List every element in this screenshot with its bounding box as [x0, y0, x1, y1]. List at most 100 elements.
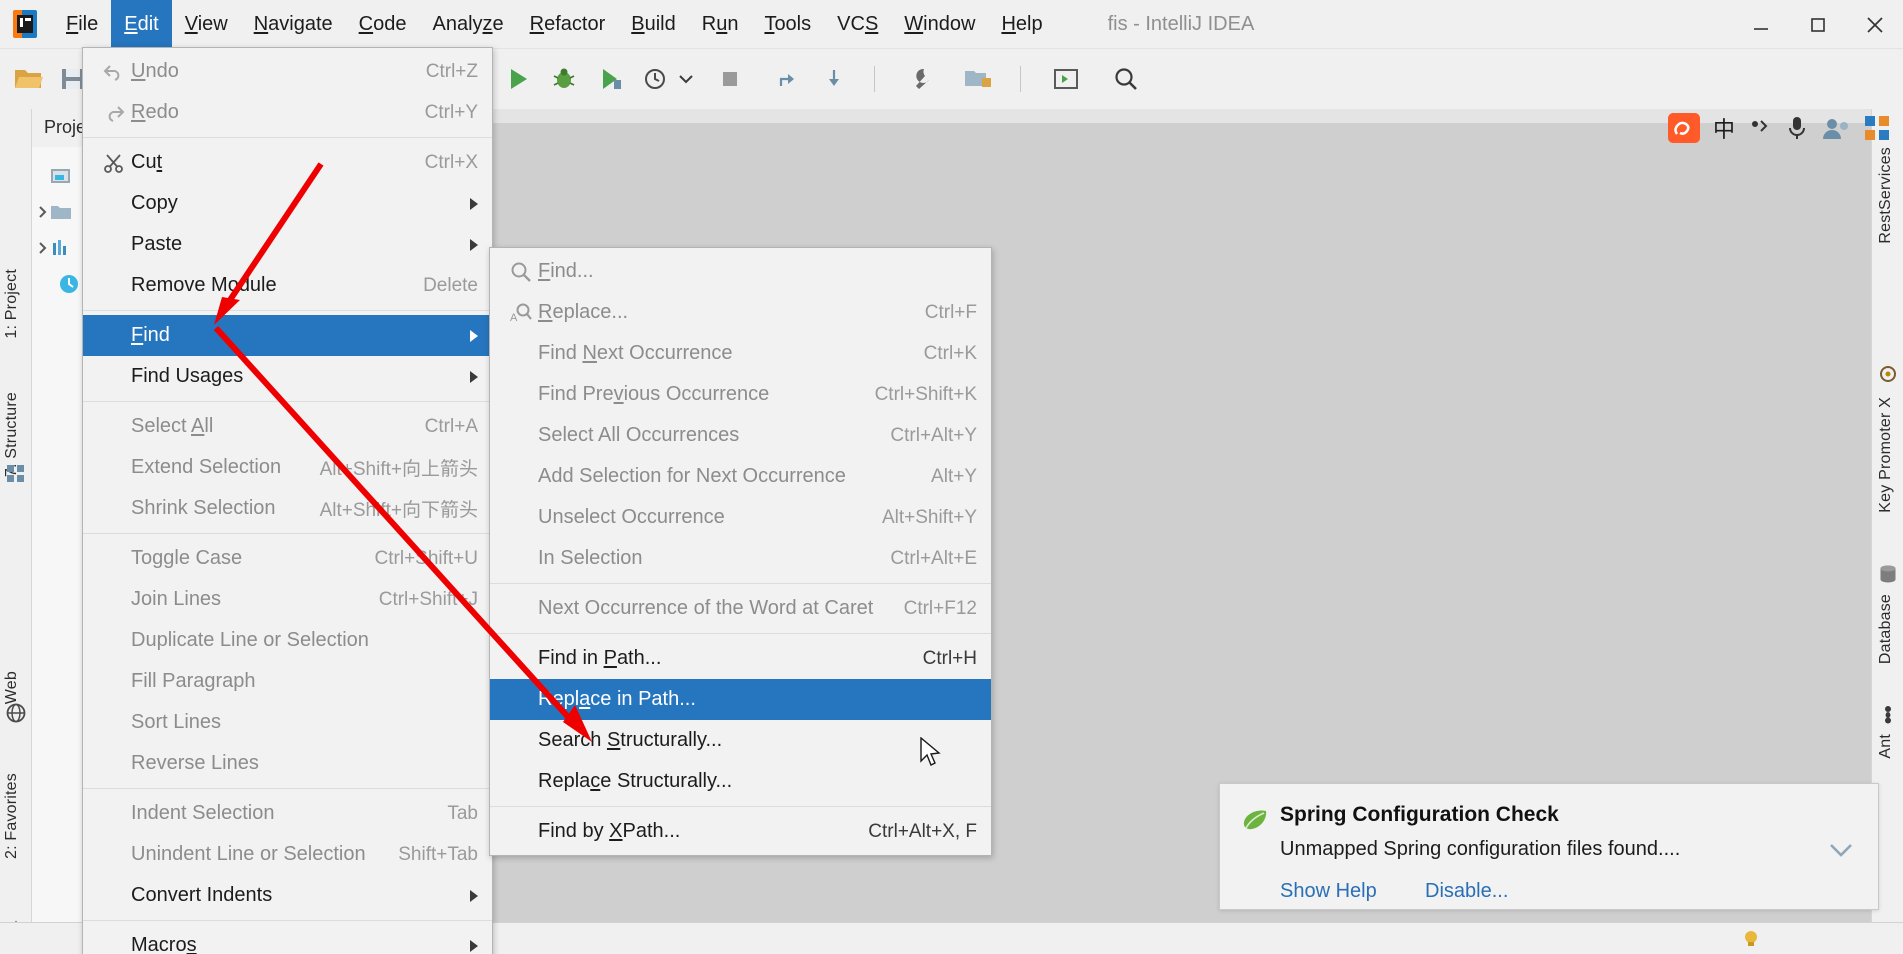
- close-button[interactable]: [1846, 0, 1903, 49]
- notification-link-show-help[interactable]: Show Help: [1280, 880, 1377, 903]
- menu-item-macros[interactable]: Macros: [83, 925, 492, 954]
- chevron-down-icon[interactable]: [676, 59, 696, 99]
- menu-item-in-selection-accel: Ctrl+Alt+E: [890, 547, 977, 569]
- user-icon[interactable]: [1821, 115, 1851, 141]
- redo-icon: [97, 104, 131, 122]
- menu-item-replace-in-path[interactable]: Replace in Path...: [490, 679, 991, 720]
- menu-item-paste[interactable]: Paste: [83, 224, 492, 265]
- run-coverage-icon[interactable]: [590, 59, 630, 99]
- menu-item-add-selection-next-occurrence-accel: Alt+Y: [931, 465, 977, 487]
- menu-code[interactable]: Code: [346, 0, 420, 49]
- chevron-down-icon[interactable]: [1828, 842, 1854, 858]
- menu-item-replace-dialog-label: Replace...: [538, 301, 629, 323]
- menu-item-unselect-occurrence[interactable]: Unselect Occurrence Alt+Shift+Y: [490, 497, 991, 538]
- menu-vcs[interactable]: VCS: [824, 0, 891, 49]
- settings-wrench-icon[interactable]: [900, 59, 940, 99]
- project-structure-icon[interactable]: [958, 59, 998, 99]
- menu-item-find-usages-label: Find Usages: [131, 365, 244, 387]
- toolbar-separator-3: [1020, 66, 1021, 92]
- menu-item-reverse-lines[interactable]: Reverse Lines: [83, 743, 492, 784]
- menu-item-fill-paragraph[interactable]: Fill Paragraph: [83, 661, 492, 702]
- menu-item-shrink-selection[interactable]: Shrink Selection Alt+Shift+向下箭头: [83, 488, 492, 529]
- search-everywhere-icon[interactable]: [1106, 59, 1146, 99]
- menu-item-in-selection[interactable]: In Selection Ctrl+Alt+E: [490, 538, 991, 579]
- menu-item-next-occurrence-word-at-caret-accel: Ctrl+F12: [903, 597, 977, 619]
- menu-item-find-in-path-label: Find in Path...: [538, 647, 662, 669]
- menu-item-convert-indents-label: Convert Indents: [131, 884, 273, 906]
- system-tray: 中: [1667, 98, 1891, 158]
- menu-item-replace-dialog[interactable]: A Replace... Ctrl+F: [490, 292, 991, 333]
- sidebar-item-ant[interactable]: Ant: [1877, 734, 1895, 759]
- maximize-button[interactable]: [1789, 0, 1846, 49]
- menu-item-replace-structurally[interactable]: Replace Structurally...: [490, 761, 991, 802]
- menu-item-convert-indents[interactable]: Convert Indents: [83, 875, 492, 916]
- minimize-button[interactable]: [1732, 0, 1789, 49]
- step-out-icon[interactable]: [768, 59, 808, 99]
- menu-item-find-dialog[interactable]: Find...: [490, 251, 991, 292]
- menu-item-cut[interactable]: Cut Ctrl+X: [83, 142, 492, 183]
- menu-help[interactable]: Help: [988, 0, 1055, 49]
- menu-item-find-by-xpath[interactable]: Find by XPath... Ctrl+Alt+X, F: [490, 811, 991, 852]
- menu-item-select-all-occurrences-label: Select All Occurrences: [538, 424, 740, 446]
- stop-icon[interactable]: [710, 59, 750, 99]
- menu-analyze[interactable]: Analyze: [419, 0, 516, 49]
- sidebar-item-restservices[interactable]: RestServices: [1877, 147, 1895, 244]
- ime-chinese-icon[interactable]: 中: [1713, 112, 1735, 144]
- menu-run[interactable]: Run: [689, 0, 752, 49]
- run-with-profiler-icon[interactable]: [636, 59, 676, 99]
- menu-item-select-all-occurrences[interactable]: Select All Occurrences Ctrl+Alt+Y: [490, 415, 991, 456]
- sidebar-item-database[interactable]: Database: [1877, 594, 1895, 664]
- run-icon[interactable]: [498, 59, 538, 99]
- apps-grid-icon[interactable]: [1863, 114, 1891, 142]
- rest-services-icon: [1880, 366, 1896, 382]
- menu-tools[interactable]: Tools: [751, 0, 824, 49]
- menu-item-find-in-path[interactable]: Find in Path... Ctrl+H: [490, 638, 991, 679]
- menu-item-find[interactable]: Find: [83, 315, 492, 356]
- menu-item-select-all[interactable]: Select All Ctrl+A: [83, 406, 492, 447]
- menu-item-find-previous-occurrence-accel: Ctrl+Shift+K: [874, 383, 977, 405]
- menu-item-replace-structurally-label: Replace Structurally...: [538, 770, 733, 792]
- menu-item-undo[interactable]: Undo Ctrl+Z: [83, 51, 492, 92]
- menu-item-duplicate-line[interactable]: Duplicate Line or Selection: [83, 620, 492, 661]
- notification-link-disable[interactable]: Disable...: [1425, 880, 1508, 903]
- menu-item-next-occurrence-word-at-caret[interactable]: Next Occurrence of the Word at Caret Ctr…: [490, 588, 991, 629]
- menu-item-find-previous-occurrence[interactable]: Find Previous Occurrence Ctrl+Shift+K: [490, 374, 991, 415]
- menu-item-unindent-line[interactable]: Unindent Line or Selection Shift+Tab: [83, 834, 492, 875]
- microphone-icon[interactable]: [1785, 114, 1809, 142]
- menu-refactor[interactable]: Refactor: [517, 0, 619, 49]
- menu-item-join-lines[interactable]: Join Lines Ctrl+Shift+J: [83, 579, 492, 620]
- menu-item-copy[interactable]: Copy: [83, 183, 492, 224]
- menu-item-extend-selection[interactable]: Extend Selection Alt+Shift+向上箭头: [83, 447, 492, 488]
- run-dashboard-icon[interactable]: [1046, 59, 1086, 99]
- menu-item-sort-lines[interactable]: Sort Lines: [83, 702, 492, 743]
- menu-item-redo[interactable]: Redo Ctrl+Y: [83, 92, 492, 133]
- sidebar-item-key-promoter-x[interactable]: Key Promoter X: [1877, 397, 1895, 513]
- menu-view[interactable]: View: [172, 0, 241, 49]
- module-icon: [51, 169, 70, 183]
- step-into-icon[interactable]: [814, 59, 854, 99]
- sidebar-item-web[interactable]: Web: [3, 671, 21, 704]
- sogou-ime-icon[interactable]: [1667, 112, 1701, 144]
- submenu-arrow-icon: [466, 939, 492, 952]
- menu-item-redo-label: Redo: [131, 101, 179, 123]
- menu-item-find-next-occurrence[interactable]: Find Next Occurrence Ctrl+K: [490, 333, 991, 374]
- menu-item-search-structurally[interactable]: Search Structurally...: [490, 720, 991, 761]
- lightbulb-icon[interactable]: [1740, 928, 1762, 950]
- sidebar-item-project[interactable]: 1: Project: [3, 269, 21, 339]
- menu-item-toggle-case[interactable]: Toggle Case Ctrl+Shift+U: [83, 538, 492, 579]
- menu-item-macros-label: Macros: [131, 934, 197, 954]
- menu-item-indent-selection[interactable]: Indent Selection Tab: [83, 793, 492, 834]
- sidebar-item-favorites[interactable]: 2: Favorites: [3, 773, 21, 859]
- menu-window[interactable]: Window: [891, 0, 988, 49]
- menu-edit[interactable]: Edit: [111, 0, 172, 49]
- debug-icon[interactable]: [544, 59, 584, 99]
- open-folder-icon[interactable]: [8, 59, 48, 99]
- menu-build[interactable]: Build: [618, 0, 688, 49]
- menu-file[interactable]: File: [53, 0, 111, 49]
- menu-item-unindent-line-accel: Shift+Tab: [398, 843, 478, 865]
- menu-navigate[interactable]: Navigate: [241, 0, 346, 49]
- menu-item-find-usages[interactable]: Find Usages: [83, 356, 492, 397]
- ime-punctuation-icon[interactable]: [1747, 115, 1773, 141]
- menu-item-remove-module[interactable]: Remove Module Delete: [83, 265, 492, 306]
- menu-item-add-selection-next-occurrence[interactable]: Add Selection for Next Occurrence Alt+Y: [490, 456, 991, 497]
